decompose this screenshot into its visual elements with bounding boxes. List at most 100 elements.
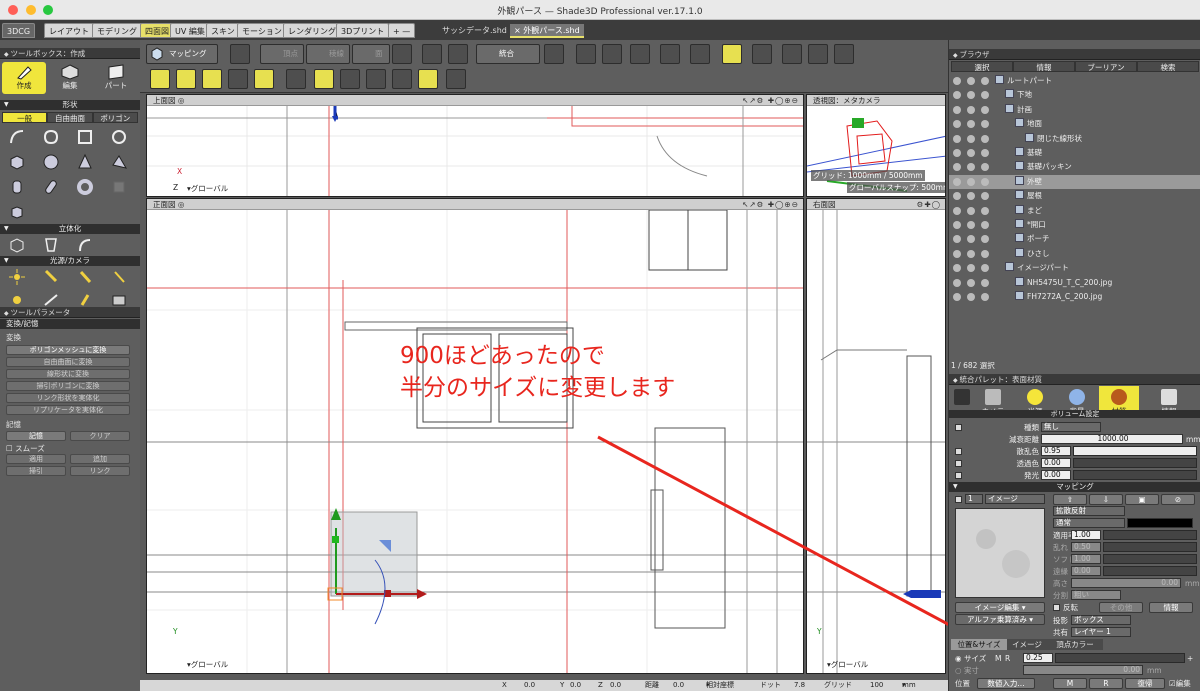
globe-icon[interactable]	[660, 44, 680, 64]
tab-3dcg[interactable]: 3DCG	[2, 23, 36, 38]
render-icon[interactable]	[981, 221, 989, 229]
render-icon[interactable]	[981, 235, 989, 244]
browser-tab-boolean[interactable]: ブーリアン	[1075, 61, 1137, 72]
grid-display-icon[interactable]	[392, 69, 412, 89]
shape-section-header[interactable]: ▼ 形状	[0, 100, 140, 110]
light-section-header[interactable]: ▼ 光源/カメラ	[0, 256, 140, 266]
lock-icon[interactable]	[967, 293, 975, 301]
closed-line-icon[interactable]	[42, 128, 60, 146]
pyramid-icon[interactable]	[110, 153, 128, 171]
tab-motion[interactable]: モーション	[237, 23, 287, 38]
tree-item[interactable]: 閉じた線形状	[949, 132, 1200, 146]
lock-icon[interactable]	[967, 120, 975, 129]
lock-icon[interactable]	[967, 235, 975, 244]
rate-input[interactable]: 1.00	[1071, 530, 1101, 540]
point-light-icon[interactable]	[8, 268, 26, 286]
emission-slider[interactable]	[1073, 470, 1197, 480]
tab-skin[interactable]: スキン	[206, 23, 240, 38]
tree-item[interactable]: 基礎パッキン	[949, 160, 1200, 174]
scatter-checkbox[interactable]	[955, 448, 962, 455]
mapping-index-select[interactable]: 1	[965, 494, 983, 504]
sphere-icon[interactable]	[42, 153, 60, 171]
far-slider[interactable]	[1103, 566, 1197, 576]
tree-item[interactable]: ひさし	[949, 247, 1200, 261]
visibility-icon[interactable]	[953, 177, 961, 186]
tab-position-size[interactable]: 位置&サイズ	[951, 639, 1007, 650]
render-icon[interactable]	[981, 192, 989, 201]
mapping-copy-button[interactable]: ▣	[1125, 494, 1159, 505]
control-points-icon[interactable]	[340, 69, 360, 89]
handles-icon[interactable]	[366, 69, 386, 89]
visibility-icon[interactable]	[953, 91, 961, 100]
circle-icon[interactable]	[110, 128, 128, 146]
visibility-icon[interactable]	[953, 192, 961, 201]
render-icon[interactable]	[981, 177, 989, 186]
visibility-icon[interactable]	[953, 278, 961, 287]
position-r-button[interactable]: R	[1089, 678, 1123, 689]
tree-item[interactable]: 屋根	[949, 189, 1200, 203]
cone-icon[interactable]	[76, 153, 94, 171]
eye-view-icon[interactable]	[834, 44, 854, 64]
other-button[interactable]: その他	[1099, 602, 1143, 613]
render-preview-icon[interactable]	[446, 69, 466, 89]
render-icon[interactable]	[981, 163, 989, 172]
emission-checkbox[interactable]	[955, 472, 962, 479]
lamp-icon[interactable]	[76, 290, 94, 308]
rotate-icon[interactable]	[422, 44, 442, 64]
line-light-icon[interactable]	[110, 268, 128, 286]
align-icon[interactable]	[630, 44, 650, 64]
tree-item[interactable]: *開口	[949, 218, 1200, 232]
lock-icon[interactable]	[967, 206, 975, 215]
mapping-down-button[interactable]: ⇩	[1089, 494, 1123, 505]
status-coord-mode[interactable]: 相対座標 ▾	[706, 680, 734, 691]
symmetry-icon[interactable]	[544, 44, 564, 64]
transmission-input[interactable]: 0.00	[1041, 458, 1071, 468]
mapping-button[interactable]: マッピング	[146, 44, 218, 64]
soft-input[interactable]: 1.00	[1071, 554, 1101, 564]
extrude-icon[interactable]	[8, 236, 26, 254]
tab-layout[interactable]: レイアウト	[44, 23, 94, 38]
visibility-icon[interactable]	[953, 293, 961, 301]
right-view[interactable]: 右面図 ⚙✚◯ Y ▾グローバル	[806, 198, 946, 674]
mapping-up-button[interactable]: ⇧	[1053, 494, 1087, 505]
position-m-button[interactable]: M	[1053, 678, 1087, 689]
revolve-icon[interactable]	[42, 236, 60, 254]
lock-icon[interactable]	[967, 149, 975, 157]
transmission-checkbox[interactable]	[955, 460, 962, 467]
render-icon[interactable]	[981, 264, 989, 273]
mode-create-button[interactable]: 作成	[2, 62, 46, 94]
diffuse-color-swatch[interactable]	[1127, 518, 1193, 528]
visibility-icon[interactable]	[953, 235, 961, 244]
mapping-info-button[interactable]: 情報	[1149, 602, 1193, 613]
display-icon[interactable]	[782, 44, 802, 64]
lock-icon[interactable]	[967, 91, 975, 100]
tab-rendering[interactable]: レンダリング	[283, 23, 341, 38]
attenuation-input[interactable]: 1000.00	[1041, 434, 1183, 444]
smooth-checkbox[interactable]: ☐ スムーズ	[6, 443, 45, 454]
tab-four-view[interactable]: 四面図	[140, 23, 174, 38]
tab-uv-edit[interactable]: UV 編集	[170, 23, 210, 38]
sweep-icon[interactable]	[76, 236, 94, 254]
edge-mode-button[interactable]: 稜線	[306, 44, 350, 64]
numeric-icon[interactable]	[228, 69, 248, 89]
lock-icon[interactable]	[967, 177, 975, 186]
diffuse-select[interactable]: 拡散反射	[1053, 506, 1125, 516]
visibility-icon[interactable]	[953, 120, 961, 129]
tree-item[interactable]: 基礎	[949, 146, 1200, 160]
visibility-icon[interactable]	[953, 206, 961, 215]
mapping-delete-button[interactable]: ⊘	[1161, 494, 1195, 505]
select-rect-icon[interactable]	[392, 44, 412, 64]
kind-checkbox[interactable]	[955, 424, 962, 431]
status-unit-select[interactable]: mm ▾	[902, 680, 916, 691]
vertex-mode-button[interactable]: 頂点	[260, 44, 304, 64]
blend-select[interactable]: 通常	[1053, 518, 1125, 528]
roughness-input[interactable]: 0.50	[1071, 542, 1101, 552]
visibility-icon[interactable]	[953, 134, 961, 143]
grid-snap-icon[interactable]	[722, 44, 742, 64]
render-icon[interactable]	[981, 149, 989, 157]
link-button[interactable]: リンク	[70, 466, 130, 476]
front-view[interactable]: 正面図 ◎ ↖↗⚙ ✚◯⊕⊖ Y ▾グローバル	[146, 198, 804, 674]
lock-icon[interactable]	[967, 264, 975, 273]
share-select[interactable]: レイヤー 1	[1071, 627, 1131, 637]
torus-icon[interactable]	[76, 178, 94, 196]
